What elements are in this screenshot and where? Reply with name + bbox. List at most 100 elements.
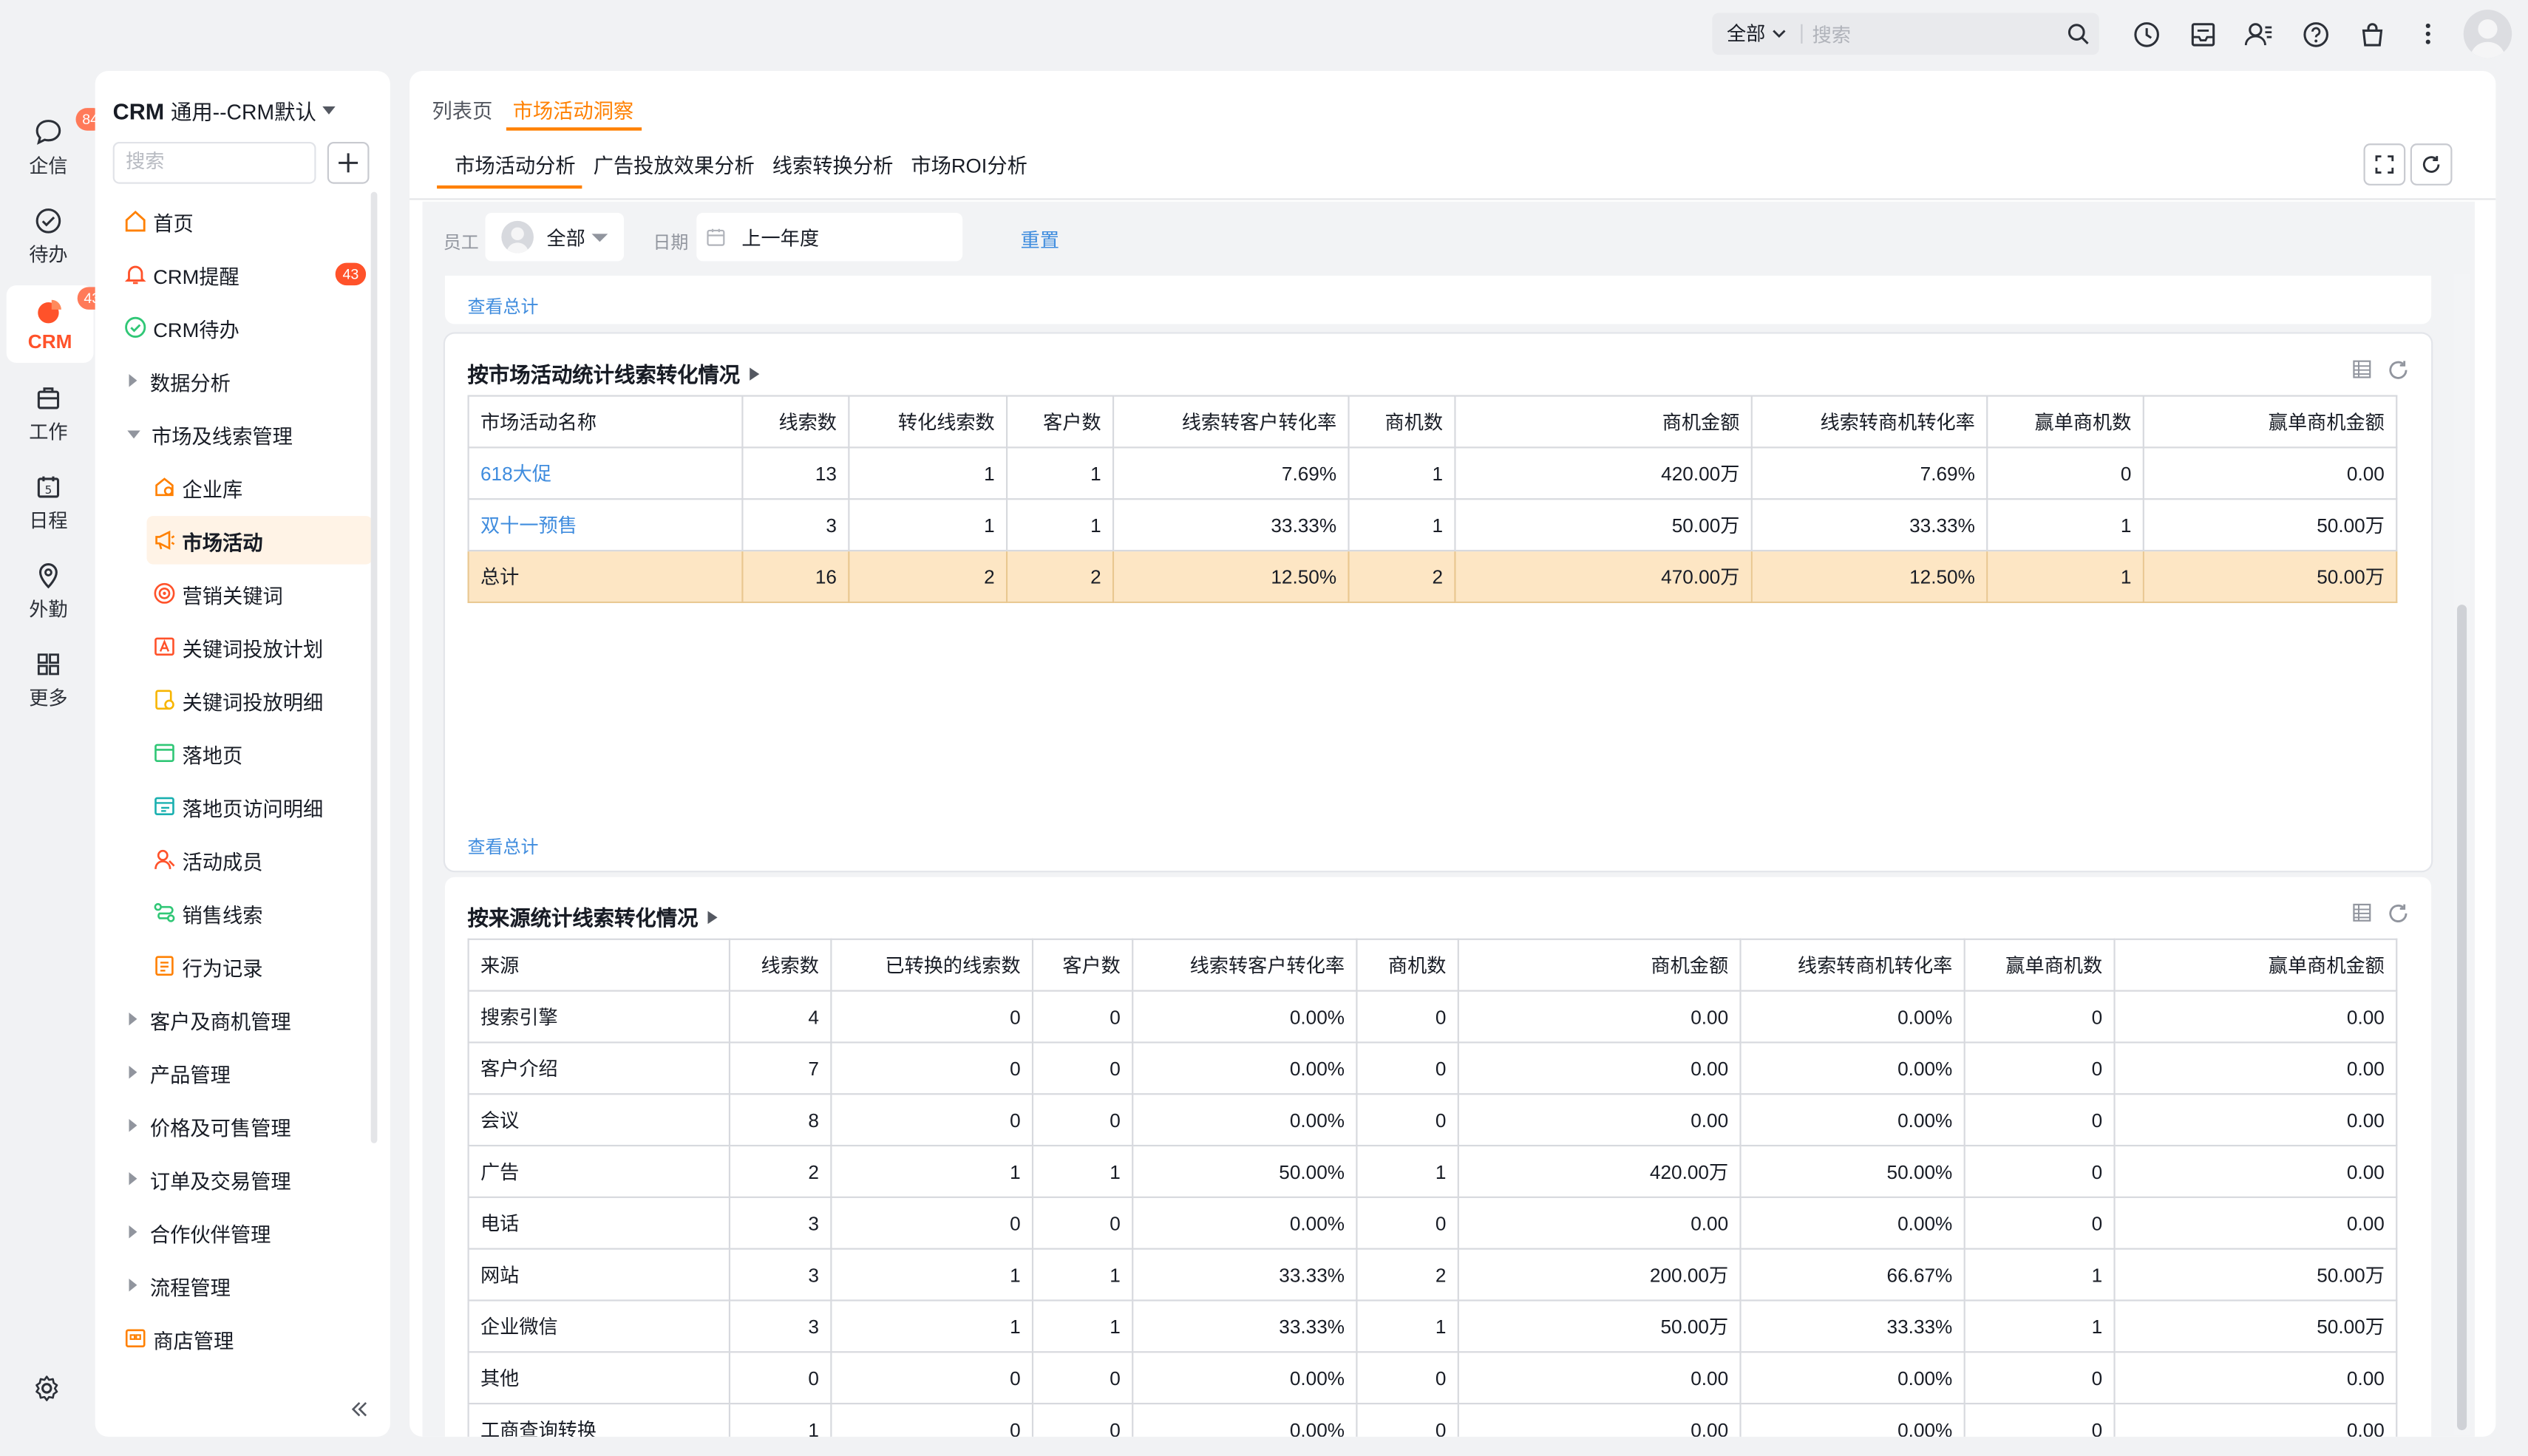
inbox-icon[interactable] <box>2184 16 2220 52</box>
rail-item-calendar[interactable]: 5 日程 <box>10 463 87 543</box>
app-switcher[interactable]: CRM 通用--CRM默认 <box>113 95 336 126</box>
rail-label: 日程 <box>29 509 68 532</box>
activity-link[interactable]: 618大促 <box>480 463 551 486</box>
sidebar-item-crm-todo[interactable]: CRM待办 <box>124 303 366 351</box>
help-icon[interactable] <box>2297 16 2333 52</box>
view-total-link[interactable]: 查看总计 <box>468 834 539 860</box>
sidebar-group-data-analysis[interactable]: 数据分析 <box>124 356 366 404</box>
sidebar-group-partner[interactable]: 合作伙伴管理 <box>124 1208 366 1256</box>
sidebar-item-store[interactable]: 商店管理 <box>124 1314 366 1362</box>
sidebar-group-process[interactable]: 流程管理 <box>124 1261 366 1309</box>
sidebar-item-market-activity[interactable]: 市场活动 <box>146 516 373 565</box>
rail-item-crm[interactable]: 43 CRM <box>6 285 106 363</box>
sidebar-item-label: 合作伙伴管理 <box>149 1222 271 1246</box>
caret-right-icon <box>750 367 760 380</box>
refresh-icon[interactable] <box>2388 903 2408 924</box>
table-cell: 50.00% <box>1739 1144 1965 1198</box>
refresh-button[interactable] <box>2410 143 2453 186</box>
sidebar-item-label: 落地页 <box>182 744 243 767</box>
rail-item-more[interactable]: 更多 <box>10 640 87 721</box>
fullscreen-icon <box>2375 155 2394 174</box>
table-row: 企业微信 3 1 1 33.33% 1 50.00万 33.33% 1 50.00万 <box>467 1299 2398 1353</box>
activity-link[interactable]: 双十一预售 <box>480 514 577 537</box>
table-cell: 0 <box>1963 1144 2116 1198</box>
column-header: 线索转商机转化率 <box>1750 395 1988 449</box>
rail-item-work[interactable]: 工作 <box>10 374 87 455</box>
total-cell: 2 <box>1348 549 1456 603</box>
card-title-text: 按来源统计线索转化情况 <box>467 906 699 931</box>
caret-down-icon <box>127 429 140 438</box>
rail-item-todo[interactable]: 待办 <box>10 197 87 277</box>
tab-list-page[interactable]: 列表页 <box>432 94 493 124</box>
sidebar-item-landing-visits[interactable]: 落地页访问明细 <box>146 782 372 830</box>
table-view-icon[interactable] <box>2352 360 2371 381</box>
table-cell: 企业微信 <box>467 1299 731 1353</box>
sidebar-group-order[interactable]: 订单及交易管理 <box>124 1154 366 1202</box>
refresh-icon[interactable] <box>2388 360 2408 381</box>
rail-item-chat[interactable]: 84 企信 <box>10 108 105 188</box>
sidebar-group-customer-opportunity[interactable]: 客户及商机管理 <box>124 995 366 1043</box>
table-cell: 0 <box>1031 990 1134 1044</box>
table-cell: 1 <box>1986 498 2144 552</box>
table-cell: 0.00% <box>1132 1041 1358 1095</box>
user-avatar[interactable] <box>2463 10 2512 58</box>
subtab-ad-effect[interactable]: 广告投放效果分析 <box>594 149 755 179</box>
subtab-lead-conversion[interactable]: 线索转换分析 <box>772 149 894 179</box>
table-cell: 0.00 <box>2113 1403 2398 1437</box>
table-cell: 0.00 <box>1457 1196 1742 1250</box>
add-button[interactable] <box>327 141 370 184</box>
history-icon[interactable] <box>2128 16 2164 52</box>
sidebar-group-product[interactable]: 产品管理 <box>124 1048 366 1096</box>
shop-icon[interactable] <box>2354 16 2389 52</box>
sidebar-item-landing-page[interactable]: 落地页 <box>146 729 372 777</box>
sidebar-group-market-leads[interactable]: 市场及线索管理 <box>124 409 366 457</box>
sidebar-scrollbar[interactable] <box>370 191 378 1143</box>
date-filter-select[interactable]: 上一年度 <box>696 212 963 262</box>
sidebar-item-company-library[interactable]: 企业库 <box>146 463 372 511</box>
svg-text:5: 5 <box>45 483 52 497</box>
global-search-input[interactable] <box>1809 17 2058 53</box>
view-total-link[interactable]: 查看总计 <box>468 293 539 319</box>
settings-icon[interactable] <box>33 1374 61 1403</box>
search-icon[interactable] <box>2067 23 2090 46</box>
employee-filter-select[interactable]: 全部 <box>485 212 625 262</box>
table-cell: 0.00 <box>1457 1403 1742 1437</box>
date-filter-value: 上一年度 <box>741 226 820 250</box>
sidebar-item-label: 活动成员 <box>182 850 263 874</box>
collapse-sidebar-icon[interactable] <box>350 1401 369 1418</box>
caret-right-icon <box>129 374 137 387</box>
sidebar-item-behavior-record[interactable]: 行为记录 <box>146 942 372 990</box>
sidebar-item-label: 首页 <box>153 211 194 235</box>
sidebar-item-keyword-detail[interactable]: 关键词投放明细 <box>146 676 372 724</box>
sidebar-item-keyword-plan[interactable]: 关键词投放计划 <box>146 622 372 670</box>
sidebar-item-home[interactable]: 首页 <box>124 197 366 245</box>
table-cell: 搜索引擎 <box>467 990 731 1044</box>
more-icon[interactable] <box>2410 16 2446 52</box>
reset-filters-link[interactable]: 重置 <box>1021 225 1059 253</box>
table-cell: 0 <box>1963 990 2116 1044</box>
activity-stats-title[interactable]: 按市场活动统计线索转化情况 <box>468 358 760 388</box>
sidebar-group-price[interactable]: 价格及可售管理 <box>124 1101 366 1149</box>
table-cell: 3 <box>728 1248 832 1302</box>
subtab-activity-analysis[interactable]: 市场活动分析 <box>455 149 576 179</box>
subtab-market-roi[interactable]: 市场ROI分析 <box>911 149 1027 179</box>
sidebar-search-input[interactable] <box>114 143 315 180</box>
total-cell: 2 <box>848 549 1008 603</box>
table-cell: 50.00万 <box>1454 498 1753 552</box>
fullscreen-button[interactable] <box>2363 143 2406 186</box>
sidebar-item-activity-members[interactable]: 活动成员 <box>146 835 372 883</box>
contacts-icon[interactable] <box>2241 16 2277 52</box>
rail-item-field[interactable]: 外勤 <box>10 551 87 632</box>
main-scrollbar[interactable] <box>2457 605 2467 1431</box>
sidebar-item-marketing-keyword[interactable]: 营销关键词 <box>146 569 372 617</box>
table-view-icon[interactable] <box>2352 903 2371 924</box>
calendar-icon <box>706 228 725 247</box>
search-scope-select[interactable]: 全部 <box>1727 13 1787 55</box>
table-cell: 0.00% <box>1132 1403 1358 1437</box>
activity-stats-card: 按市场活动统计线索转化情况 市场活动名称 线索数 转化线索数 客户数 线索转客户转化率商… <box>444 333 2432 871</box>
tab-market-insight[interactable]: 市场活动洞察 <box>513 94 634 124</box>
sidebar-item-crm-reminder[interactable]: CRM提醒 43 <box>124 250 367 298</box>
sidebar-item-sales-leads[interactable]: 销售线索 <box>146 888 372 936</box>
source-stats-title[interactable]: 按来源统计线索转化情况 <box>468 902 718 932</box>
caret-right-icon <box>129 1172 137 1185</box>
